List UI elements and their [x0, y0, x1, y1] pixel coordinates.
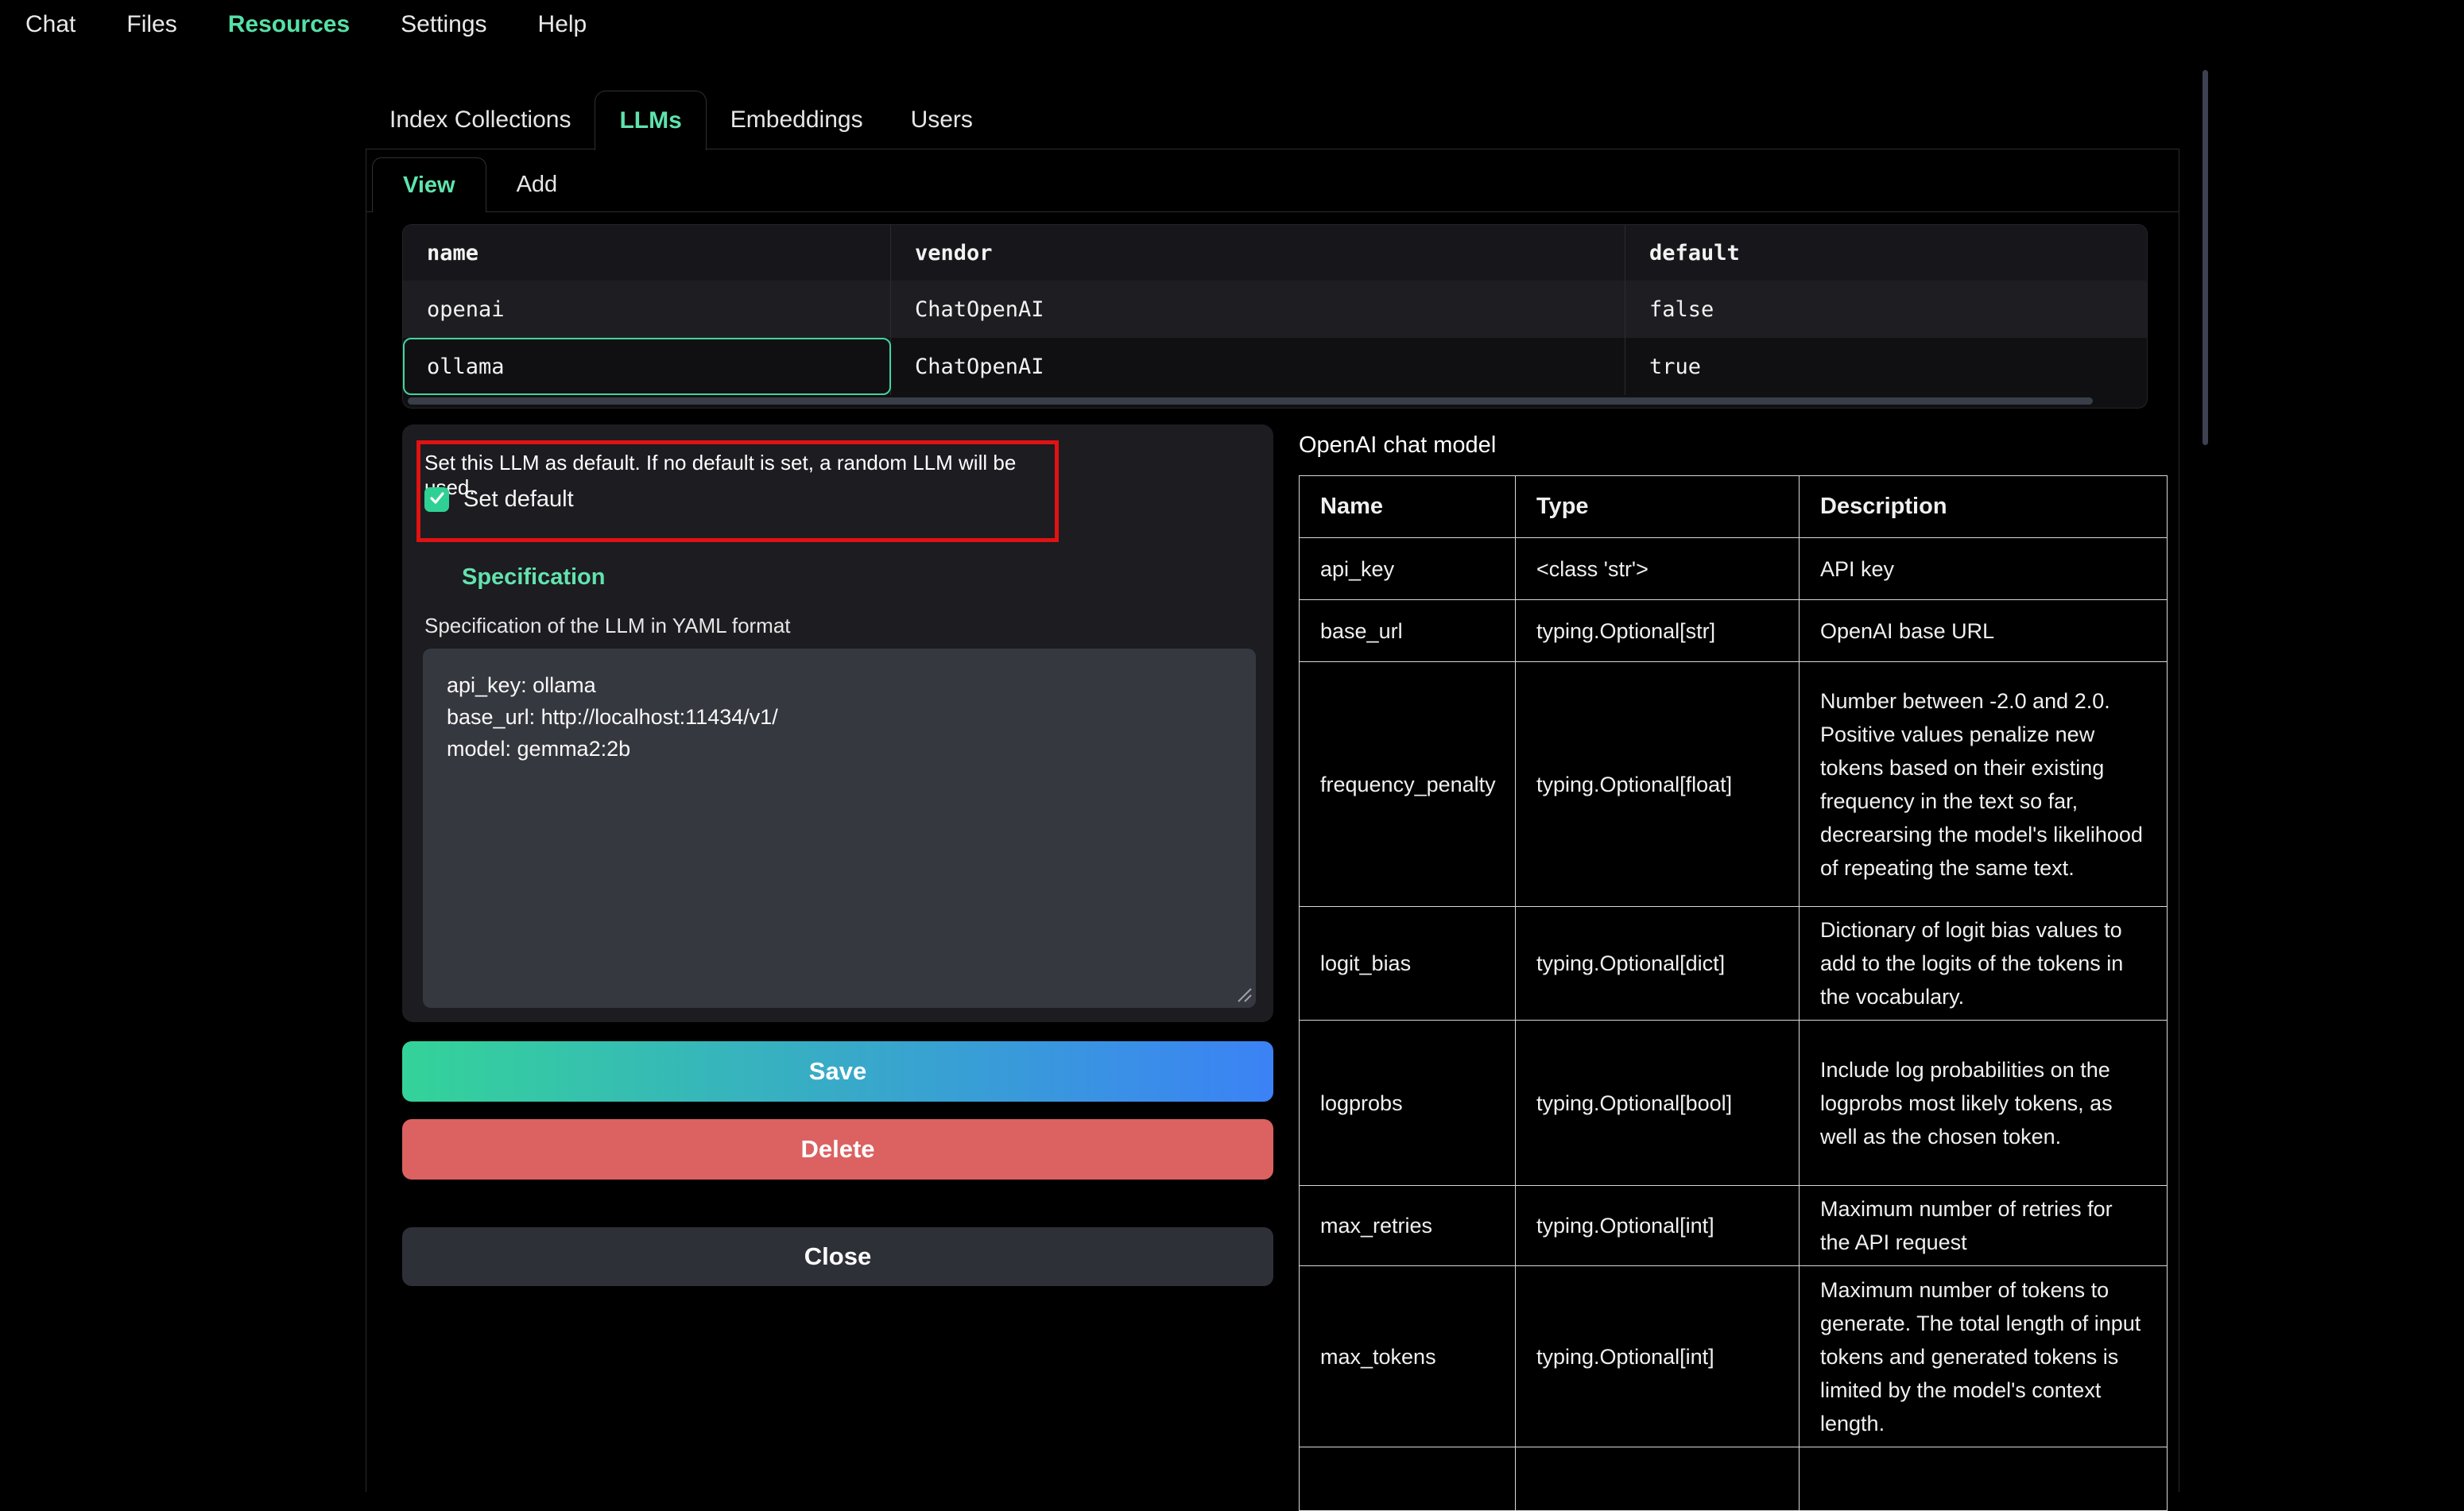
llm-cell-default[interactable]: false — [1625, 281, 2147, 338]
doc-cell-description: API key — [1800, 538, 2168, 600]
llm-cell-vendor[interactable]: ChatOpenAI — [891, 338, 1625, 395]
nav-item-resources[interactable]: Resources — [228, 11, 350, 38]
checkmark-icon — [429, 490, 445, 509]
view-add-tab-bar: View Add — [372, 157, 587, 212]
doc-cell-name: logprobs — [1300, 1021, 1516, 1186]
tab-embeddings[interactable]: Embeddings — [707, 91, 887, 149]
llm-cell-vendor[interactable]: ChatOpenAI — [891, 281, 1625, 338]
sub-tab-divider — [366, 211, 2179, 212]
doc-cell-type: typing.Optional[dict] — [1516, 907, 1800, 1021]
top-navigation: Chat Files Resources Settings Help — [0, 0, 2464, 49]
set-default-checkbox[interactable] — [424, 487, 449, 512]
set-default-label[interactable]: Set default — [463, 486, 574, 513]
llm-col-name: name — [403, 225, 891, 281]
yaml-spec-textarea[interactable]: api_key: ollama base_url: http://localho… — [423, 649, 1256, 1008]
model-doc-title: OpenAI chat model — [1299, 432, 1496, 459]
resize-handle-icon[interactable] — [1232, 982, 1253, 1003]
doc-cell-type: typing.Optional[int] — [1516, 1186, 1800, 1266]
resource-tab-bar: Index Collections LLMs Embeddings Users — [366, 91, 997, 150]
specification-heading: Specification — [462, 564, 606, 591]
nav-item-help[interactable]: Help — [538, 11, 587, 38]
tab-users[interactable]: Users — [887, 91, 997, 149]
doc-cell-description: Include log probabilities on the logprob… — [1800, 1021, 2168, 1186]
doc-row-base-url: base_url typing.Optional[str] OpenAI bas… — [1300, 600, 2168, 662]
llm-col-default: default — [1625, 225, 2147, 281]
doc-cell-type — [1516, 1447, 1800, 1511]
save-button[interactable]: Save — [402, 1041, 1273, 1102]
llm-col-vendor: vendor — [891, 225, 1625, 281]
page-vertical-scrollbar[interactable] — [2202, 70, 2208, 445]
doc-col-description: Description — [1800, 476, 2168, 538]
doc-cell-name: base_url — [1300, 600, 1516, 662]
doc-col-type: Type — [1516, 476, 1800, 538]
doc-cell-description: Dictionary of logit bias values to add t… — [1800, 907, 2168, 1021]
doc-cell-type: <class 'str'> — [1516, 538, 1800, 600]
delete-button[interactable]: Delete — [402, 1119, 1273, 1180]
llm-cell-name[interactable]: openai — [403, 281, 891, 338]
close-button[interactable]: Close — [402, 1227, 1273, 1286]
doc-row-max-tokens: max_tokens typing.Optional[int] Maximum … — [1300, 1266, 2168, 1447]
doc-cell-name: api_key — [1300, 538, 1516, 600]
nav-item-chat[interactable]: Chat — [25, 11, 76, 38]
doc-row-api-key: api_key <class 'str'> API key — [1300, 538, 2168, 600]
table-horizontal-scrollbar[interactable] — [408, 397, 2093, 405]
llm-row-ollama[interactable]: ollama ChatOpenAI true — [403, 338, 2147, 395]
tab-index-collections[interactable]: Index Collections — [366, 91, 595, 149]
doc-cell-name: max_tokens — [1300, 1266, 1516, 1447]
doc-cell-description: Number between -2.0 and 2.0. Positive va… — [1800, 662, 2168, 907]
doc-cell-type: typing.Optional[str] — [1516, 600, 1800, 662]
specification-hint: Specification of the LLM in YAML format — [424, 614, 791, 638]
model-doc-table: Name Type Description api_key <class 'st… — [1299, 475, 2168, 1511]
doc-cell-name: max_retries — [1300, 1186, 1516, 1266]
llm-cell-default[interactable]: true — [1625, 338, 2147, 395]
doc-cell-name — [1300, 1447, 1516, 1511]
nav-item-settings[interactable]: Settings — [401, 11, 486, 38]
llm-row-openai[interactable]: openai ChatOpenAI false — [403, 281, 2147, 338]
doc-cell-type: typing.Optional[bool] — [1516, 1021, 1800, 1186]
tab-view[interactable]: View — [372, 157, 486, 212]
doc-cell-description — [1800, 1447, 2168, 1511]
doc-header-row: Name Type Description — [1300, 476, 2168, 538]
llm-table-header: name vendor default — [403, 225, 2147, 281]
doc-col-name: Name — [1300, 476, 1516, 538]
tab-add[interactable]: Add — [486, 157, 588, 211]
nav-item-files[interactable]: Files — [126, 11, 176, 38]
doc-row-logprobs: logprobs typing.Optional[bool] Include l… — [1300, 1021, 2168, 1186]
tab-llms[interactable]: LLMs — [595, 91, 706, 150]
doc-cell-name: logit_bias — [1300, 907, 1516, 1021]
doc-row-logit-bias: logit_bias typing.Optional[dict] Diction… — [1300, 907, 2168, 1021]
doc-cell-description: Maximum number of retries for the API re… — [1800, 1186, 2168, 1266]
llm-list-table: name vendor default openai ChatOpenAI fa… — [402, 224, 2148, 409]
doc-cell-name: frequency_penalty — [1300, 662, 1516, 907]
doc-cell-type: typing.Optional[float] — [1516, 662, 1800, 907]
doc-row-partial — [1300, 1447, 2168, 1511]
doc-row-frequency-penalty: frequency_penalty typing.Optional[float]… — [1300, 662, 2168, 907]
llm-cell-name[interactable]: ollama — [403, 338, 891, 395]
doc-cell-description: Maximum number of tokens to generate. Th… — [1800, 1266, 2168, 1447]
doc-cell-description: OpenAI base URL — [1800, 600, 2168, 662]
doc-cell-type: typing.Optional[int] — [1516, 1266, 1800, 1447]
set-default-row: Set default — [424, 486, 574, 513]
doc-row-max-retries: max_retries typing.Optional[int] Maximum… — [1300, 1186, 2168, 1266]
